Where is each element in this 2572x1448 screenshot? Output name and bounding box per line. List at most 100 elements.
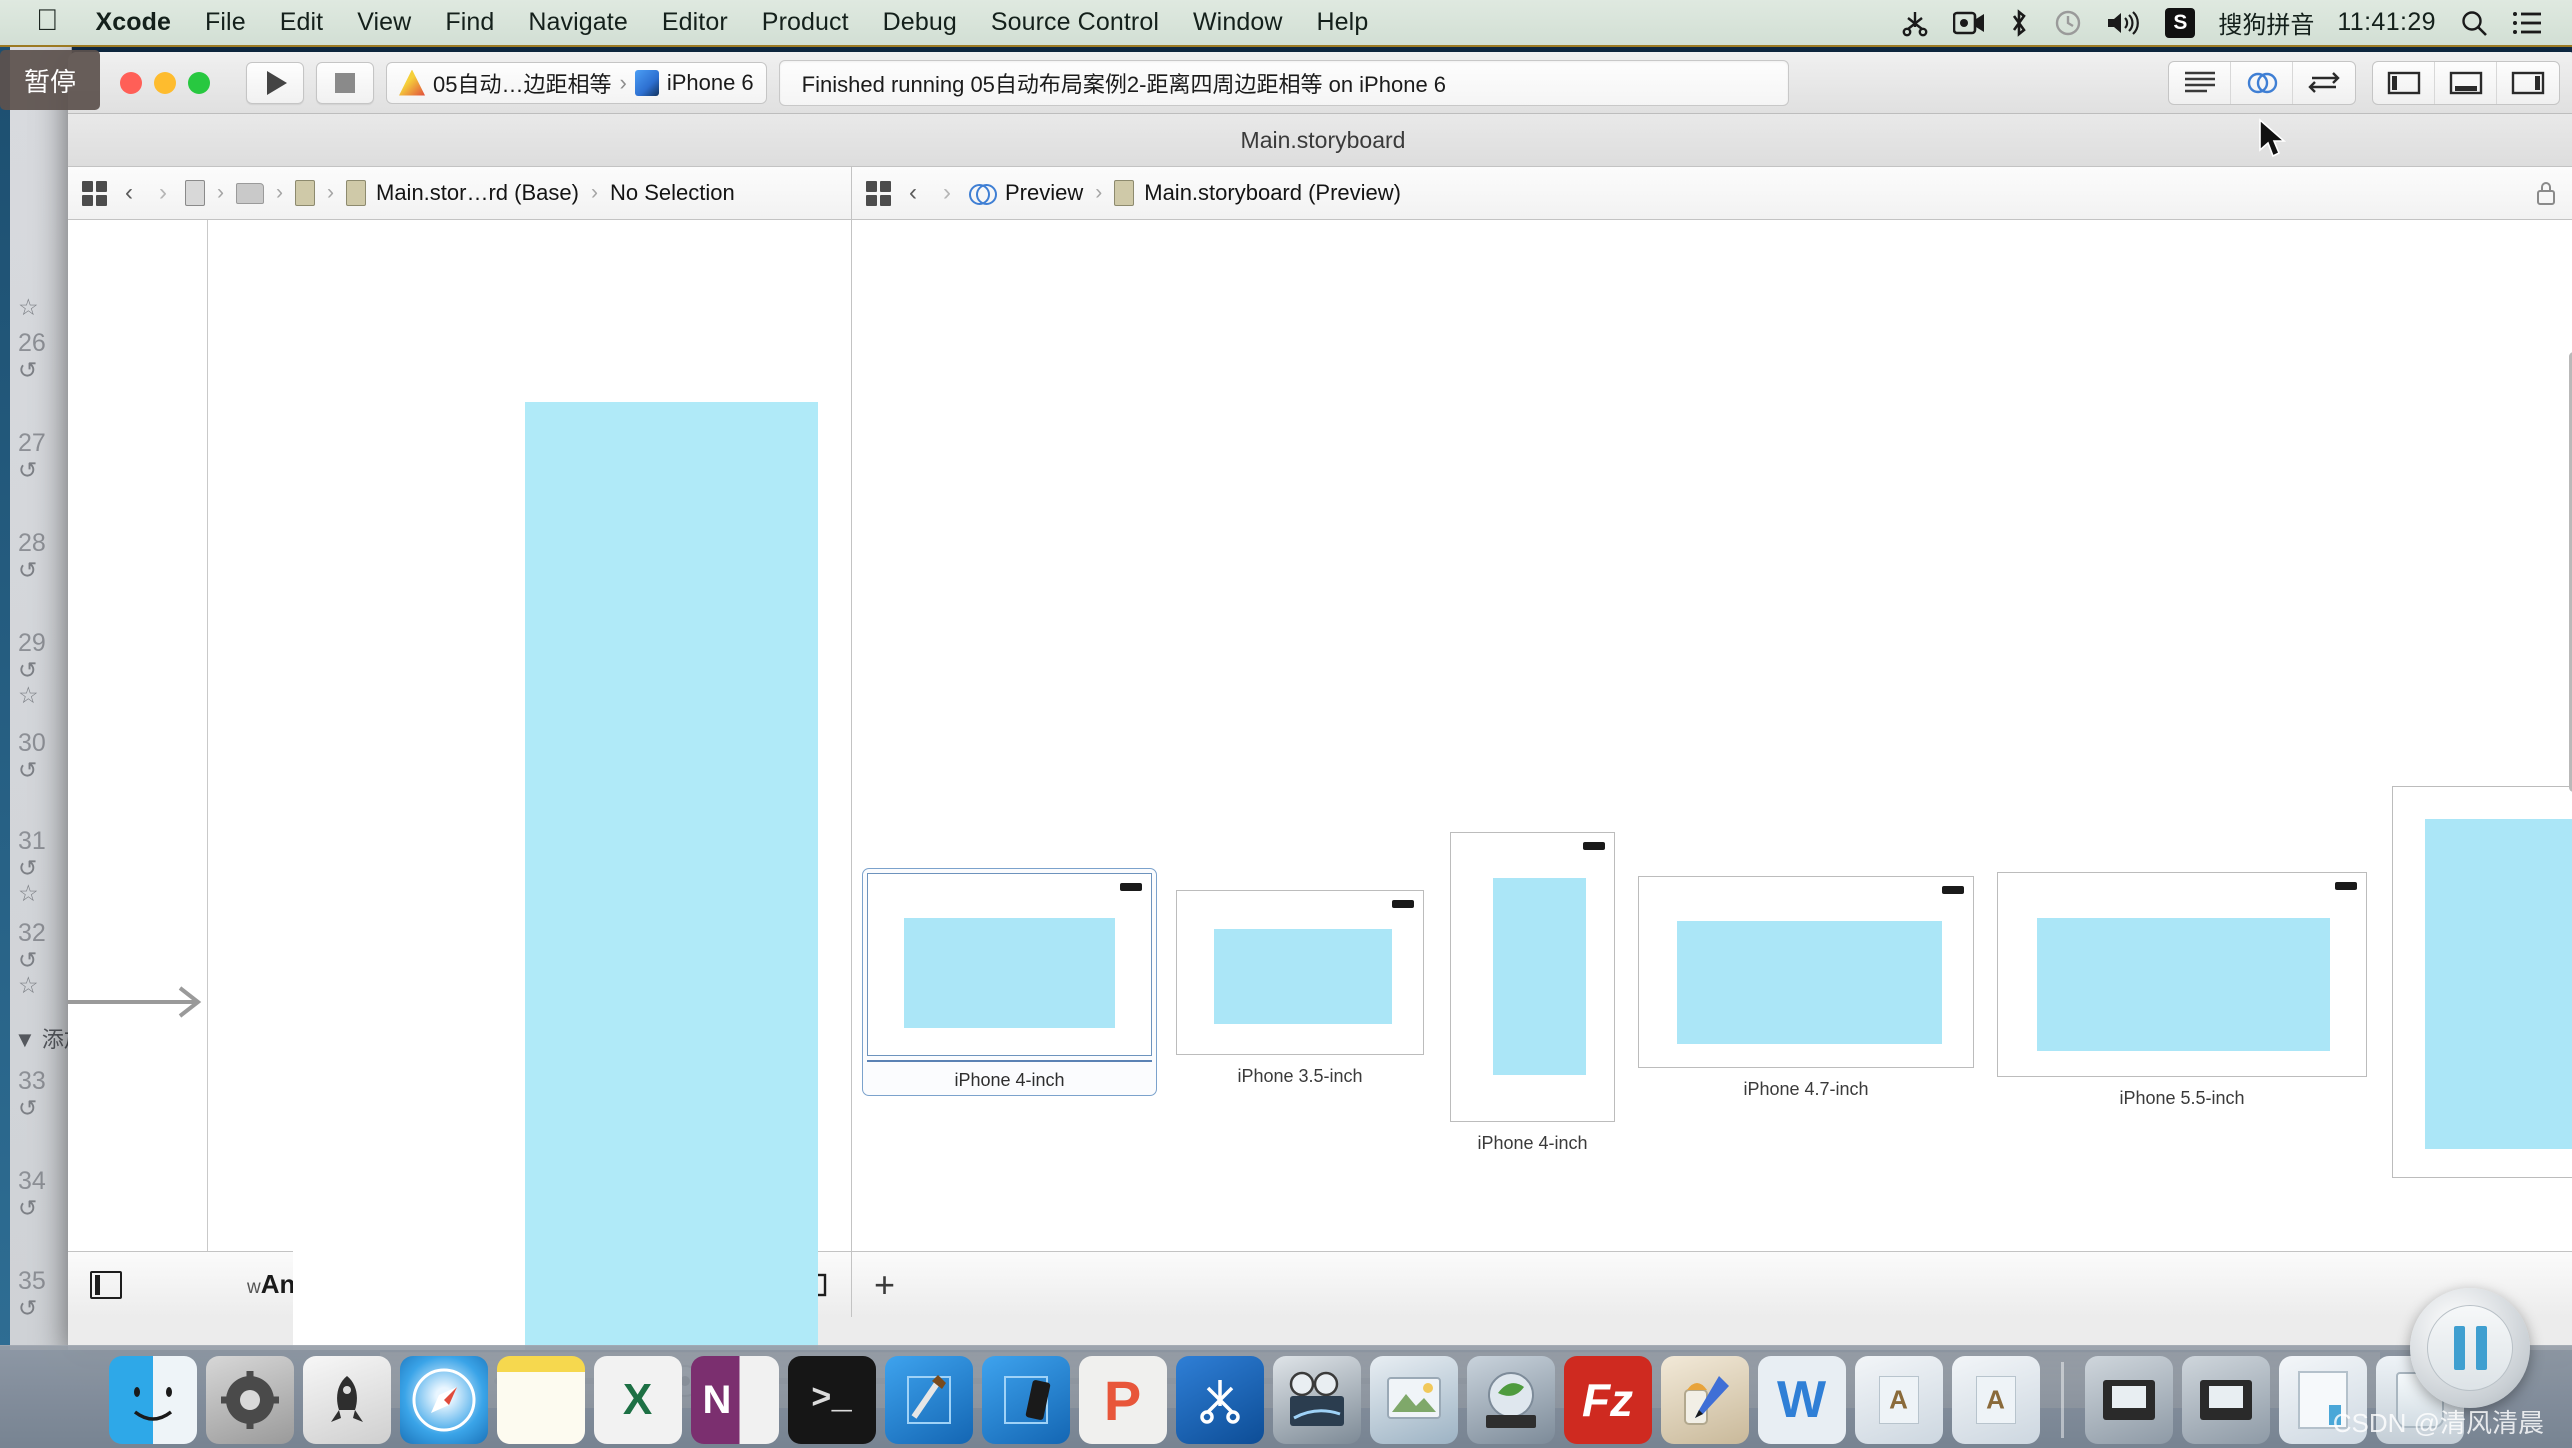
sogou-input-badge[interactable]: S — [2165, 7, 2196, 38]
back-button[interactable]: ‹ — [117, 179, 141, 207]
dock-item-imovie[interactable] — [1272, 1356, 1361, 1444]
screen-record-icon[interactable] — [1953, 10, 1985, 36]
storyboard-icon[interactable] — [295, 180, 315, 206]
debug-toggle-icon[interactable] — [2435, 61, 2497, 104]
dock-item-terminal[interactable]: >_ — [787, 1356, 876, 1444]
dock-item-finder[interactable] — [108, 1356, 197, 1444]
assistant-editor-icon[interactable] — [2231, 61, 2293, 104]
window-traffic-lights[interactable] — [120, 71, 210, 94]
apple-logo-icon[interactable]:  — [36, 5, 59, 36]
preview-device-iphone-3-5-inch[interactable]: iPhone 3.5-inch — [1176, 890, 1424, 1087]
view-toggle-segmented-control[interactable] — [2372, 60, 2560, 105]
menu-clock[interactable]: 11:41:29 — [2337, 8, 2436, 37]
selected-uiview[interactable] — [525, 402, 818, 1350]
menu-source-control[interactable]: Source Control — [974, 8, 1176, 37]
standard-editor-icon[interactable] — [2169, 61, 2231, 104]
bookmark-icon: ☆ — [18, 880, 39, 907]
dock-item-onenote[interactable]: N — [690, 1356, 779, 1444]
preview-file-name[interactable]: Main.storyboard (Preview) — [1144, 180, 1401, 206]
interface-builder-canvas[interactable] — [68, 220, 852, 1350]
dock-item-app-1[interactable] — [1854, 1356, 1943, 1444]
menu-debug[interactable]: Debug — [866, 8, 974, 37]
menu-navigate[interactable]: Navigate — [511, 8, 644, 37]
dock-item-pp-assistant[interactable]: P — [1078, 1356, 1167, 1444]
menu-editor[interactable]: Editor — [645, 8, 745, 37]
document-icon[interactable] — [185, 180, 205, 206]
search-icon[interactable] — [2459, 8, 2489, 38]
scheme-selector[interactable]: 05自动…边距相等 › iPhone 6 — [386, 61, 767, 104]
dock-item-xcode[interactable] — [884, 1356, 973, 1444]
path-separator: › — [327, 181, 334, 204]
forward-button[interactable]: › — [935, 179, 959, 207]
menu-help[interactable]: Help — [1300, 8, 1386, 37]
dock-item-screen-doc-1[interactable] — [2084, 1356, 2173, 1444]
view-controller-scene[interactable] — [293, 220, 818, 1350]
preview-device-partial[interactable] — [2392, 786, 2572, 1178]
dock-item-photos[interactable] — [1369, 1356, 1458, 1444]
preview-device-iphone-5-5-inch[interactable]: iPhone 5.5-inch — [1997, 872, 2367, 1109]
stop-button[interactable] — [316, 61, 374, 104]
utilities-toggle-icon[interactable] — [2497, 62, 2559, 104]
pause-bar-left — [2453, 1326, 2465, 1370]
add-preview-device-button[interactable]: + — [874, 1266, 895, 1303]
dock-item-excel[interactable]: X — [593, 1356, 682, 1444]
dock-item-safari[interactable] — [399, 1356, 488, 1444]
jumpbar-file-name[interactable]: Main.stor…rd (Base) — [376, 180, 579, 206]
folder-icon[interactable] — [236, 182, 264, 204]
editor-mode-segmented-control[interactable] — [2168, 60, 2356, 105]
preview-pane[interactable]: iPhone 4-inch iPhone 3.5-inch iPhone 4-i… — [852, 220, 2572, 1251]
back-button[interactable]: ‹ — [901, 179, 925, 207]
dock-item-snip[interactable] — [1175, 1356, 1264, 1444]
scheme-destination[interactable]: iPhone 6 — [667, 70, 754, 96]
preview-label[interactable]: Preview — [1005, 180, 1083, 206]
activity-status-view: Finished running 05自动布局案例2-距离四周边距相等 on i… — [778, 59, 1789, 106]
dock-item-launchpad[interactable] — [302, 1356, 391, 1444]
document-title-bar: Main.storyboard — [68, 114, 2572, 167]
menu-xcode[interactable]: Xcode — [79, 8, 189, 37]
floating-pause-button[interactable] — [2410, 1288, 2530, 1408]
scheme-project-name[interactable]: 05自动…边距相等 — [433, 67, 611, 99]
forward-button[interactable]: › — [151, 179, 175, 207]
speaker-icon — [1392, 900, 1414, 908]
menu-edit[interactable]: Edit — [263, 8, 340, 37]
gutter-row: 30 ↺ — [18, 729, 71, 783]
dock-item-screen-doc-2[interactable] — [2181, 1356, 2270, 1444]
preview-device-iphone-4-inch-portrait[interactable]: iPhone 4-inch — [1450, 832, 1615, 1154]
menu-find[interactable]: Find — [428, 8, 511, 37]
menu-file[interactable]: File — [188, 8, 263, 37]
zoom-button[interactable] — [188, 71, 210, 94]
time-machine-icon[interactable] — [2053, 8, 2083, 38]
stop-icon — [335, 72, 355, 93]
notification-center-icon[interactable] — [2512, 10, 2542, 36]
minimize-button[interactable] — [154, 71, 176, 94]
disclosure-row-1[interactable]: ▼ 添加 — [14, 1022, 71, 1054]
jumpbar-selection[interactable]: No Selection — [610, 180, 735, 206]
preview-device-iphone-4-inch-landscape-selected[interactable]: iPhone 4-inch — [862, 868, 1157, 1096]
document-outline-icon[interactable] — [90, 1270, 122, 1299]
dock-item-notes[interactable] — [496, 1356, 585, 1444]
volume-icon[interactable] — [2106, 9, 2142, 37]
dock-item-paintbrush[interactable] — [1660, 1356, 1749, 1444]
related-items-icon[interactable] — [866, 180, 891, 206]
run-button[interactable] — [246, 61, 304, 104]
menu-product[interactable]: Product — [745, 8, 866, 37]
menu-view[interactable]: View — [340, 8, 428, 37]
dock-item-system-preferences[interactable] — [205, 1356, 294, 1444]
dock-item-app-2[interactable] — [1951, 1356, 2040, 1444]
bluetooth-icon[interactable] — [2008, 8, 2030, 38]
version-editor-icon[interactable] — [2293, 62, 2355, 104]
preview-device-iphone-4-7-inch[interactable]: iPhone 4.7-inch — [1638, 876, 1974, 1100]
dock-item-ftp[interactable] — [1466, 1356, 1555, 1444]
dock-item-simulator[interactable] — [981, 1356, 1070, 1444]
close-button[interactable] — [120, 71, 142, 94]
base-localization-icon[interactable] — [346, 180, 366, 206]
navigator-toggle-icon[interactable] — [2373, 61, 2435, 104]
dock-item-filezilla[interactable]: Fz — [1563, 1356, 1652, 1444]
input-method-label[interactable]: 搜狗拼音 — [2218, 5, 2314, 40]
scissors-icon[interactable] — [1900, 8, 1930, 38]
related-items-icon[interactable] — [82, 180, 107, 206]
menu-window[interactable]: Window — [1176, 8, 1300, 37]
lock-icon[interactable] — [2536, 180, 2564, 206]
dock-item-word[interactable]: W — [1757, 1356, 1846, 1444]
easel-icon — [1975, 1376, 2016, 1424]
